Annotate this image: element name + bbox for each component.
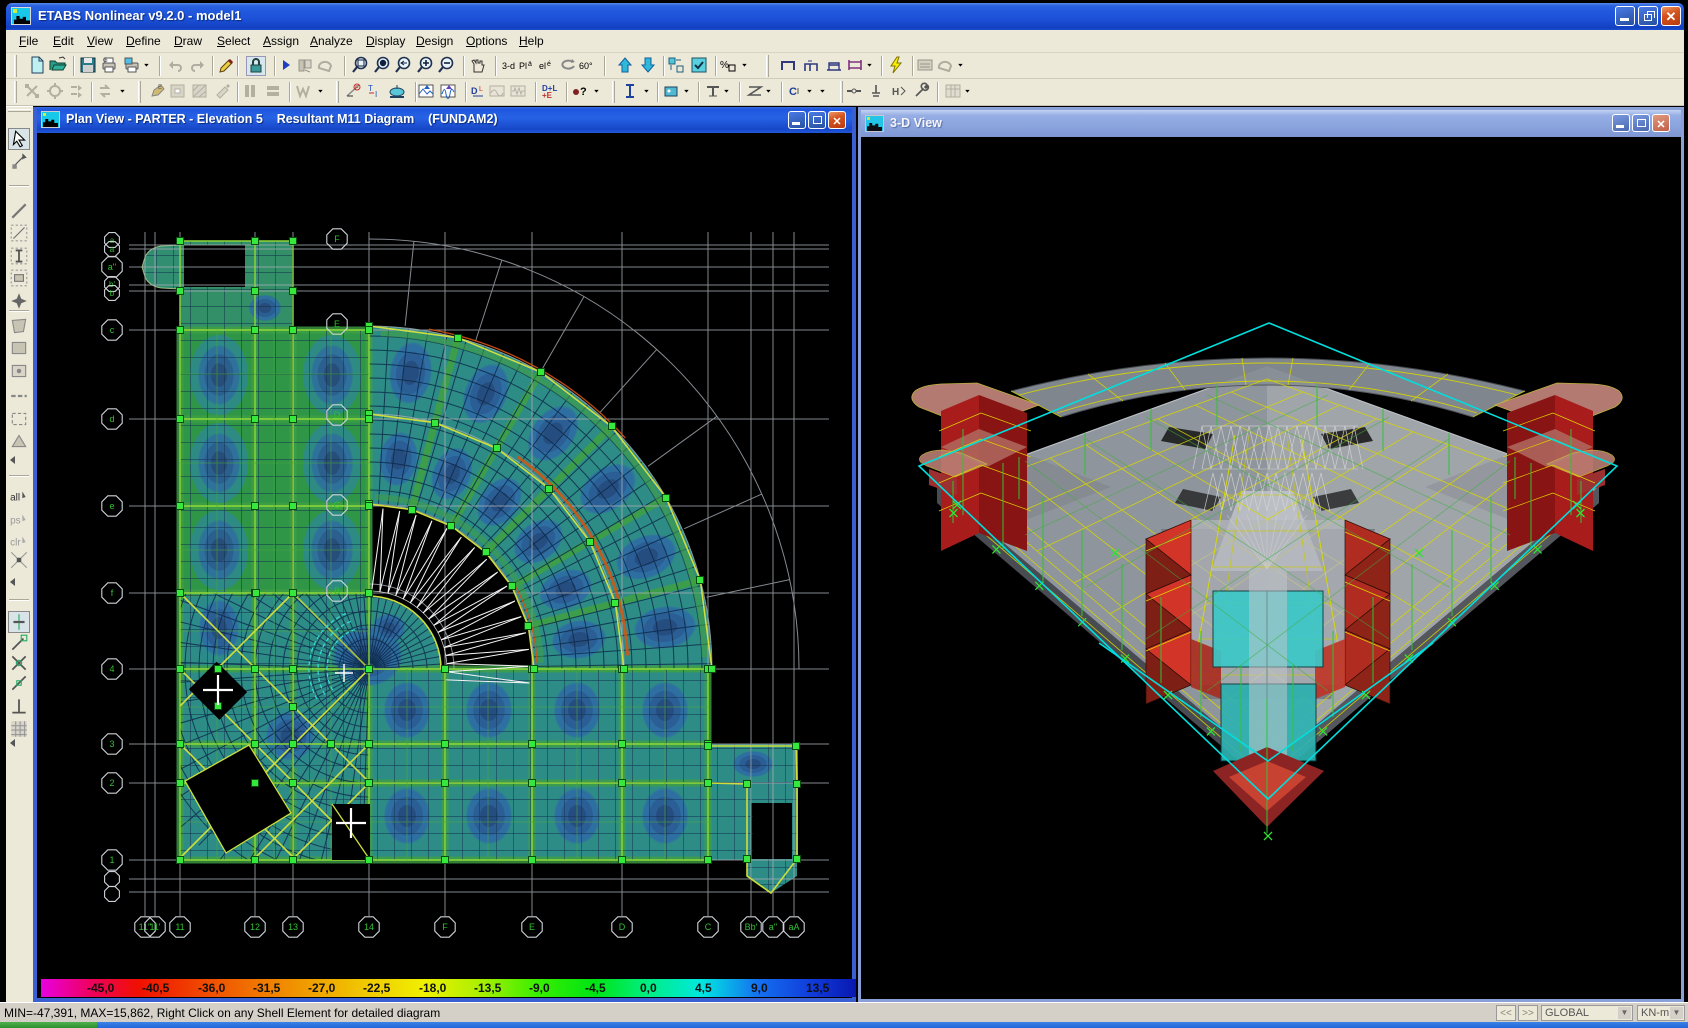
- svg-text:E: E: [355, 86, 359, 92]
- svg-text:ä: ä: [528, 61, 532, 68]
- svg-text:e: e: [109, 501, 114, 511]
- svg-text:1: 1: [109, 855, 114, 865]
- svg-text:F: F: [334, 234, 340, 244]
- svg-text:11': 11': [149, 922, 160, 932]
- svg-text:T: T: [368, 84, 373, 93]
- svg-text:E: E: [529, 922, 535, 932]
- svg-text:el: el: [539, 61, 546, 71]
- svg-text:3-d: 3-d: [502, 61, 515, 71]
- svg-text:d: d: [109, 414, 114, 424]
- svg-text:é: é: [547, 61, 551, 68]
- svg-text:b': b': [109, 280, 115, 289]
- svg-text:%: %: [720, 60, 729, 71]
- svg-text:all: all: [10, 492, 20, 503]
- svg-text:C: C: [789, 86, 797, 98]
- svg-text:c: c: [110, 325, 115, 335]
- svg-text:2: 2: [109, 778, 114, 788]
- svg-text:E: E: [158, 85, 162, 91]
- svg-text:clr: clr: [10, 537, 21, 548]
- svg-text:I: I: [375, 90, 377, 99]
- svg-text:60°: 60°: [579, 61, 593, 71]
- svg-text:a: a: [110, 245, 115, 254]
- svg-text:ps: ps: [10, 515, 21, 526]
- svg-text:a: a: [110, 236, 115, 245]
- svg-text:a'': a'': [769, 922, 778, 932]
- svg-text:F: F: [442, 922, 448, 932]
- svg-text:12: 12: [250, 922, 260, 932]
- svg-text:D: D: [471, 86, 478, 96]
- svg-text:b: b: [110, 289, 115, 298]
- svg-text:C: C: [334, 500, 341, 510]
- svg-text:aA: aA: [788, 922, 799, 932]
- svg-text:14: 14: [364, 922, 374, 932]
- svg-text:D: D: [334, 410, 341, 420]
- svg-text:13: 13: [288, 922, 298, 932]
- svg-text:?: ?: [580, 86, 587, 98]
- svg-text:B: B: [334, 586, 340, 596]
- svg-text:+E: +E: [542, 91, 553, 100]
- svg-text:G: G: [103, 58, 108, 64]
- svg-text:E: E: [334, 319, 340, 329]
- svg-text:D: D: [619, 922, 626, 932]
- svg-text:Pl: Pl: [519, 61, 527, 71]
- svg-text:L: L: [479, 86, 483, 93]
- svg-text:Bb': Bb': [745, 922, 758, 932]
- svg-text:a'': a'': [108, 262, 117, 272]
- svg-text:3: 3: [109, 739, 114, 749]
- svg-text:4: 4: [109, 664, 114, 674]
- svg-text:C: C: [705, 922, 712, 932]
- svg-text:11: 11: [175, 922, 184, 932]
- svg-text:H: H: [892, 87, 899, 98]
